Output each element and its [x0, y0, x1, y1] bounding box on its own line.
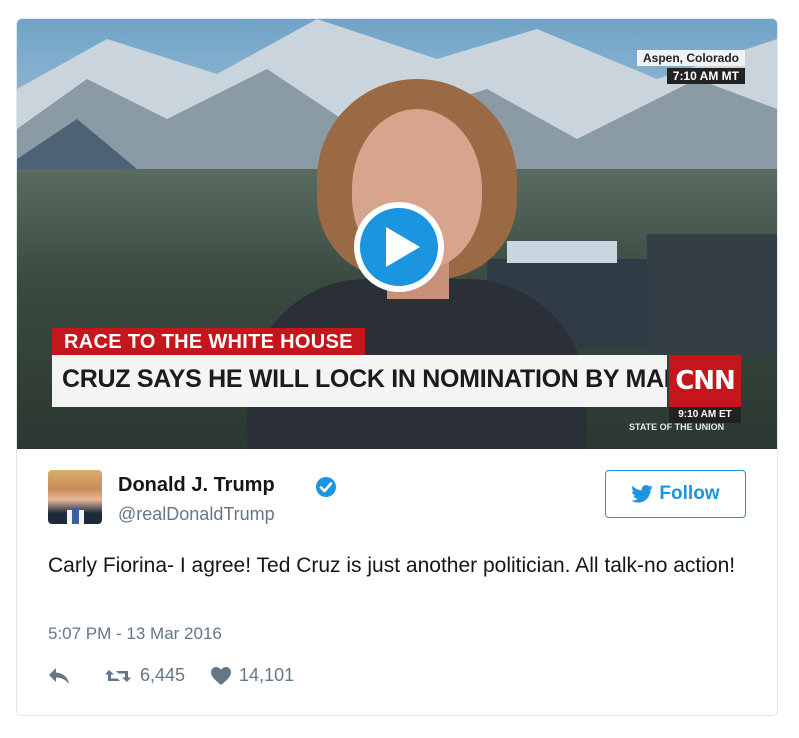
verified-badge-icon	[316, 477, 336, 497]
video-player[interactable]: Aspen, Colorado 7:10 AM MT RACE TO THE W…	[17, 19, 777, 449]
video-building-roof	[507, 241, 617, 263]
retweet-icon	[105, 669, 131, 682]
retweet-action[interactable]: 6,445	[104, 665, 185, 686]
cnn-logo: CNN	[669, 355, 741, 407]
embedded-tweet-card: Aspen, Colorado 7:10 AM MT RACE TO THE W…	[16, 18, 778, 716]
tweet-timestamp[interactable]: 5:07 PM - 13 Mar 2016	[48, 624, 222, 644]
author-handle[interactable]: @realDonaldTrump	[118, 504, 275, 525]
tweet-text: Carly Fiorina- I agree! Ted Cruz is just…	[48, 554, 736, 577]
location-overlay: Aspen, Colorado 7:10 AM MT	[636, 49, 745, 85]
network-time-label: 9:10 AM ET	[669, 407, 741, 423]
twitter-bird-icon	[631, 485, 654, 503]
follow-button[interactable]: Follow	[605, 470, 746, 518]
like-action[interactable]: 14,101	[211, 665, 294, 686]
play-icon	[386, 227, 420, 267]
chyron-header: RACE TO THE WHITE HOUSE	[52, 328, 365, 357]
author-name[interactable]: Donald J. Trump	[118, 474, 275, 497]
tweet-actions: 6,445 14,101	[48, 665, 294, 686]
like-count: 14,101	[239, 665, 295, 685]
video-building-right	[647, 234, 777, 354]
program-label: STATE OF THE UNION	[629, 422, 725, 432]
avatar[interactable]	[48, 470, 102, 524]
local-time-label: 7:10 AM MT	[666, 68, 745, 84]
reply-action[interactable]	[48, 667, 70, 685]
follow-button-label: Follow	[659, 483, 720, 504]
avatar-tie	[72, 508, 79, 524]
reply-icon	[49, 667, 69, 684]
retweet-count: 6,445	[140, 665, 186, 685]
location-label: Aspen, Colorado	[636, 50, 745, 66]
chyron-headline: CRUZ SAYS HE WILL LOCK IN NOMINATION BY …	[52, 355, 667, 407]
play-button[interactable]	[354, 202, 444, 292]
heart-icon	[211, 666, 232, 685]
